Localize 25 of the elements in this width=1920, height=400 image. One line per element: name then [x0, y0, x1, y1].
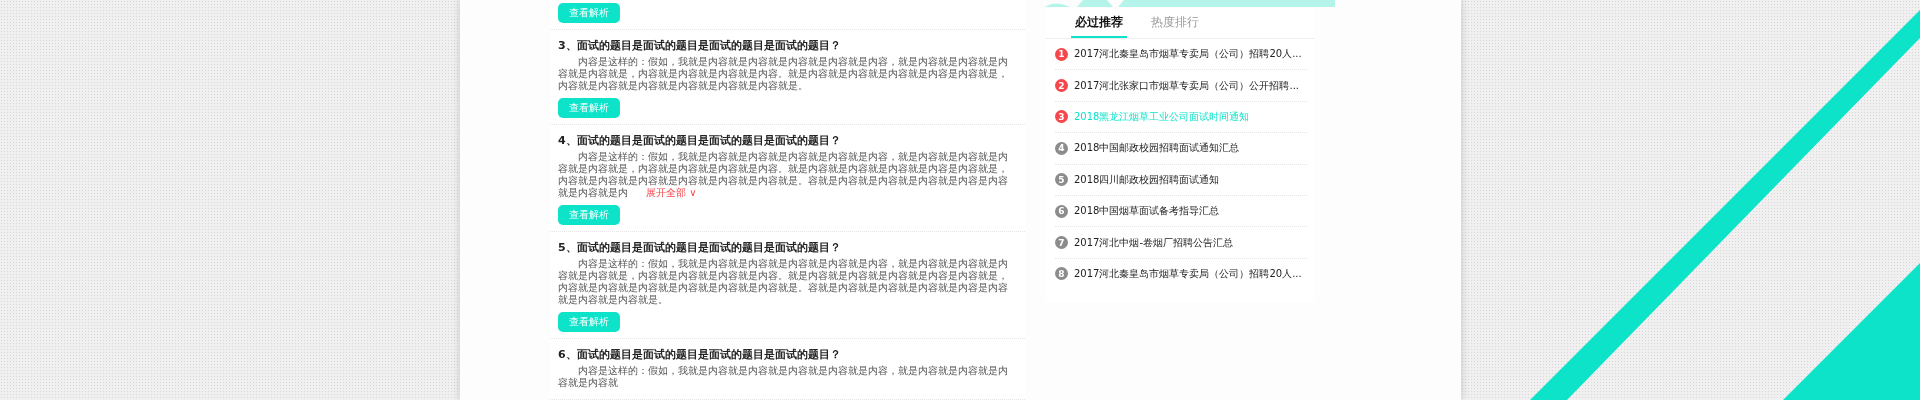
expand-link[interactable]: 展开全部 ∨ — [646, 187, 697, 198]
article-link[interactable]: 2017河北秦皇岛市烟草专卖局（公司）招聘20人... — [1074, 266, 1302, 281]
rank-badge: 3 — [1055, 110, 1068, 124]
answer-text: 内容是这样的：假如，我就是内容就是内容就是内容就是内容就是内容，就是内容就是内容就是内容就是内容就是，内容就是内容就是内容就是内容。就是内容就是内容就是内容就是内容是内容就是，内容就是内容就是内容就是内容就是内容就是内容就是。容就是内容就是内容就是内容就是内容是内容就是内容就是内容就是。 — [558, 258, 1009, 306]
article-link[interactable]: 2017河北秦皇岛市烟草专卖局（公司）招聘20人... — [1074, 47, 1302, 62]
answer-text: 内容是这样的：假如，我就是内容就是内容就是内容就是内容就是内容，就是内容就是内容就是内容就是内容就是，内容就是内容就是内容就是内容。就是内容就是内容就是内容就是内容是内容就是，内容就是内容就是内容就是内容就是内容就是内容就是。 — [558, 56, 1009, 92]
panel-tab[interactable]: 必过推荐 — [1071, 8, 1127, 38]
article-link[interactable]: 2018中国邮政校园招聘面试通知汇总 — [1074, 141, 1240, 156]
question-title: 3、面试的题目是面试的题目是面试的题目是面试的题目？ — [558, 39, 842, 53]
article-link[interactable]: 2018中国烟草面试备考指导汇总 — [1074, 204, 1220, 219]
rank-badge: 7 — [1055, 236, 1068, 250]
rank-badge: 8 — [1055, 267, 1068, 281]
rank-badge: 1 — [1055, 47, 1068, 61]
rank-badge: 2 — [1055, 79, 1068, 93]
rank-badge: 5 — [1055, 173, 1068, 187]
answer-text: 内容是这样的：假如，我就是内容就是内容就是内容就是内容就是内容，就是内容就是内容就是内容就是内容就 — [558, 365, 1009, 389]
question-title: 5、面试的题目是面试的题目是面试的题目是面试的题目？ — [558, 241, 842, 255]
article-link[interactable]: 2017河北中烟-卷烟厂招聘公告汇总 — [1074, 235, 1234, 250]
answer-text: 内容是这样的：假如，我就是内容就是内容就是内容就是内容就是内容，就是内容就是内容就是内容就是内容就是，内容就是内容就是内容就是内容。就是内容就是内容就是内容就是内容是内容就是，内容就是内容就是内容就是内容就是内容就是内容就是。容就是内容就是内容就是内容就是内容是内容就是内容就是内 展开全部 ∨ — [558, 151, 1009, 199]
rank-badge: 6 — [1055, 204, 1068, 218]
question-title: 6、面试的题目是面试的题目是面试的题目是面试的题目？ — [558, 348, 842, 362]
rank-badge: 4 — [1055, 141, 1068, 155]
article-link[interactable]: 2017河北张家口市烟草专卖局（公司）公开招聘... — [1074, 78, 1299, 93]
question-title: 4、面试的题目是面试的题目是面试的题目是面试的题目？ — [558, 134, 842, 148]
article-link[interactable]: 2018四川邮政校园招聘面试通知 — [1074, 172, 1220, 187]
